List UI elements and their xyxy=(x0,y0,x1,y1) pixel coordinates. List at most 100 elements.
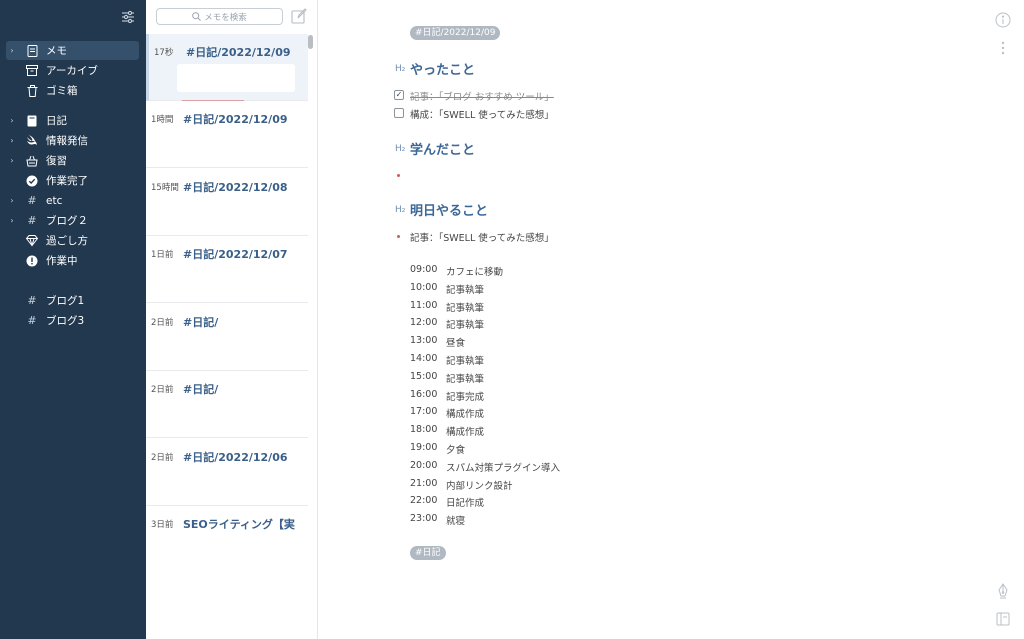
bullet xyxy=(397,174,400,177)
schedule-task: 記事執筆 xyxy=(446,373,485,385)
schedule-row: 16:00 記事完成 xyxy=(410,389,560,407)
sidebar-item-memo[interactable]: › メモ xyxy=(6,41,139,60)
schedule-time: 13:00 xyxy=(410,335,438,347)
schedule-list: 09:00 カフェに移動 10:00 記事執筆 11:00 記事執筆 12:00 記事執… xyxy=(410,264,560,531)
note-item[interactable]: 17秒 #日記/2022/12/09 xyxy=(146,34,308,101)
schedule-time: 17:00 xyxy=(410,406,438,418)
schedule-task: 夕食 xyxy=(446,444,466,456)
swift-icon xyxy=(26,135,38,147)
basket-icon xyxy=(26,155,38,167)
hash-icon: # xyxy=(27,194,37,207)
more-vertical-icon[interactable] xyxy=(1000,40,1006,59)
sidebar-item-in-progress[interactable]: 作業中 xyxy=(6,251,139,270)
sidebar-item-lifestyle[interactable]: 過ごし方 xyxy=(6,231,139,250)
note-time: 2日前 xyxy=(151,318,174,328)
schedule-row: 18:00 構成作成 xyxy=(410,424,560,442)
sidebar-item-done[interactable]: 作業完了 xyxy=(6,171,139,190)
schedule-time: 21:00 xyxy=(410,477,438,489)
schedule-task: 記事執筆 xyxy=(446,302,485,314)
note-item[interactable]: 2日前 #日記/2022/12/06 xyxy=(146,439,308,506)
schedule-task: 記事執筆 xyxy=(446,284,485,296)
task-checkbox[interactable]: ✓ xyxy=(394,90,404,100)
trash-icon xyxy=(26,84,38,97)
schedule-row: 12:00 記事執筆 xyxy=(410,317,560,335)
schedule-row: 11:00 記事執筆 xyxy=(410,300,560,318)
schedule-row: 14:00 記事執筆 xyxy=(410,353,560,371)
chevron-right-icon[interactable]: › xyxy=(6,116,18,125)
search-input[interactable]: メモを検索 xyxy=(156,8,283,25)
schedule-time: 11:00 xyxy=(410,299,438,311)
sidebar-item-blog1[interactable]: # ブログ1 xyxy=(6,291,139,310)
schedule-row: 19:00 夕食 xyxy=(410,442,560,460)
compose-icon[interactable] xyxy=(291,8,307,24)
sidebar-item-info[interactable]: › 情報発信 xyxy=(6,131,139,150)
schedule-row: 22:00 日記作成 xyxy=(410,495,560,513)
hash-icon: # xyxy=(27,214,37,227)
task-text: 記事：「ブログ おすすめ ツール」 xyxy=(410,92,554,103)
info-icon[interactable] xyxy=(995,12,1011,32)
editor[interactable]: #日記/2022/12/09 H₂ やったこと ✓ 記事：「ブログ おすすめ ツ… xyxy=(318,0,1024,639)
section-heading: やったこと xyxy=(410,63,476,78)
sidebar-item-etc[interactable]: › # etc xyxy=(6,191,139,210)
note-item[interactable]: 2日前 #日記/ xyxy=(146,371,308,438)
schedule-time: 16:00 xyxy=(410,388,438,400)
sidebar-item-review[interactable]: › 復習 xyxy=(6,151,139,170)
task-checkbox[interactable] xyxy=(394,108,404,118)
schedule-time: 09:00 xyxy=(410,264,438,275)
note-title: #日記/2022/12/09 xyxy=(186,46,291,59)
schedule-time: 12:00 xyxy=(410,317,438,329)
sidebar-item-diary[interactable]: › 日記 xyxy=(6,111,139,130)
schedule-row: 10:00 記事執筆 xyxy=(410,282,560,300)
schedule-time: 14:00 xyxy=(410,352,438,364)
note-item[interactable]: 1日前 #日記/2022/12/07 xyxy=(146,236,308,303)
schedule-time: 18:00 xyxy=(410,424,438,436)
note-item[interactable]: 2日前 #日記/ xyxy=(146,304,308,371)
todo-item: 記事：「SWELL 使ってみた感想」 xyxy=(410,233,554,244)
schedule-task: 昼食 xyxy=(446,338,466,350)
tag-chip[interactable]: #日記 xyxy=(410,546,446,560)
schedule-row: 09:00 カフェに移動 xyxy=(410,264,560,282)
note-title: #日記/ xyxy=(183,316,219,329)
list-scrollbar[interactable] xyxy=(308,35,313,49)
schedule-time: 22:00 xyxy=(410,495,438,507)
schedule-row: 13:00 昼食 xyxy=(410,335,560,353)
schedule-task: 構成作成 xyxy=(446,427,485,439)
note-item[interactable]: 1時間 #日記/2022/12/09 xyxy=(146,101,308,168)
note-time: 2日前 xyxy=(151,385,174,395)
note-item[interactable]: 15時間 #日記/2022/12/08 xyxy=(146,169,308,236)
h2-marker: H₂ xyxy=(395,64,406,74)
sidebar-item-label: 作業完了 xyxy=(46,175,88,187)
sliders-icon[interactable] xyxy=(121,9,135,24)
sidebar-item-blog2[interactable]: › # ブログ２ xyxy=(6,211,139,230)
chevron-right-icon[interactable]: › xyxy=(6,216,18,225)
schedule-row: 20:00 スパム対策プラグイン導入 xyxy=(410,460,560,478)
chevron-right-icon[interactable]: › xyxy=(6,46,18,55)
note-time: 3日前 xyxy=(151,520,174,530)
hash-icon: # xyxy=(27,314,37,327)
diamond-icon xyxy=(26,235,38,247)
h2-marker: H₂ xyxy=(395,144,406,154)
schedule-time: 20:00 xyxy=(410,459,438,471)
sidebar-item-trash[interactable]: ゴミ箱 xyxy=(6,81,139,100)
note-time: 2日前 xyxy=(151,453,174,463)
sidebar-item-blog3[interactable]: # ブログ3 xyxy=(6,311,139,330)
sidebar-item-archive[interactable]: アーカイブ xyxy=(6,61,139,80)
archive-icon xyxy=(26,65,38,77)
sidebar-item-label: 過ごし方 xyxy=(46,235,88,247)
schedule-row: 21:00 内部リンク設計 xyxy=(410,478,560,496)
schedule-task: 内部リンク設計 xyxy=(446,480,513,492)
note-list: メモを検索 17秒 #日記/2022/12/09 1時間 #日記/2022/12… xyxy=(146,0,318,639)
sidebar-item-label: 日記 xyxy=(46,115,67,127)
pen-icon[interactable] xyxy=(996,583,1010,603)
note-item[interactable]: 3日前 SEOライティング【実 xyxy=(146,506,308,573)
chevron-right-icon[interactable]: › xyxy=(6,156,18,165)
note-time: 1時間 xyxy=(151,115,174,125)
chevron-right-icon[interactable]: › xyxy=(6,196,18,205)
chevron-right-icon[interactable]: › xyxy=(6,136,18,145)
sidebar-item-label: メモ xyxy=(46,45,67,57)
tag-chip[interactable]: #日記/2022/12/09 xyxy=(410,26,501,40)
sidebar-item-label: 復習 xyxy=(46,155,67,167)
schedule-task: スパム対策プラグイン導入 xyxy=(446,462,561,474)
panel-icon[interactable] xyxy=(996,611,1010,630)
schedule-task: 日記作成 xyxy=(446,498,485,510)
